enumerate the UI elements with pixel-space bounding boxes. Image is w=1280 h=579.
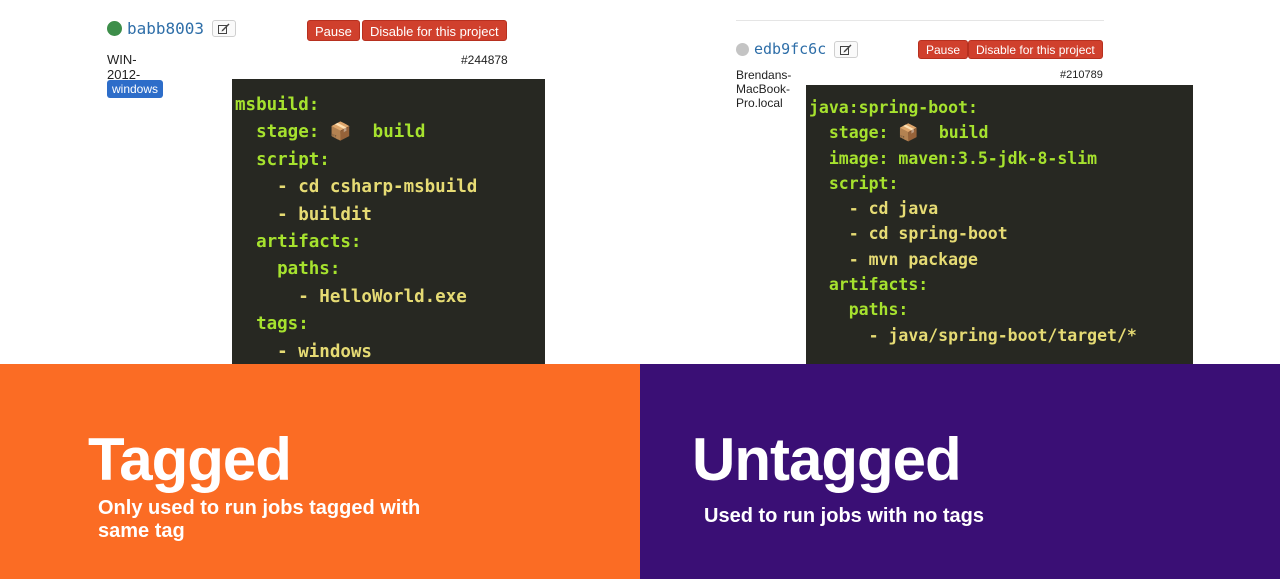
code-line: stage: 📦 build xyxy=(809,123,989,143)
untagged-title: Untagged xyxy=(692,426,962,493)
code-line: paths: xyxy=(809,300,909,320)
code-line: java:spring-boot: xyxy=(809,98,978,117)
divider xyxy=(736,20,1104,21)
tagged-subtitle-line: same tag xyxy=(98,520,185,542)
code-block-msbuild: msbuild: stage: 📦 build script: - cd csh… xyxy=(232,79,545,364)
code-line: tags: xyxy=(235,314,309,335)
code-line: msbuild: xyxy=(235,95,320,115)
status-dot-online xyxy=(107,21,122,36)
code-line: - java/spring-boot/target/* xyxy=(809,325,1137,345)
tagged-subtitle-line: Only used to run jobs tagged with xyxy=(98,497,421,519)
edit-icon[interactable] xyxy=(834,40,859,58)
runner-header: babb8003 xyxy=(107,19,237,38)
runner-id: #210789 xyxy=(1060,69,1103,81)
code-line: artifacts: xyxy=(809,275,929,295)
code-line: - cd java xyxy=(809,199,939,219)
disable-project-button[interactable]: Disable for this project xyxy=(362,20,507,41)
pause-button[interactable]: Pause xyxy=(918,40,969,59)
code-line: - windows xyxy=(235,341,372,362)
code-line: - mvn package xyxy=(809,249,978,269)
runner-description: Brendans-MacBook-Pro.local xyxy=(736,68,792,110)
code-line: script: xyxy=(235,149,330,170)
tagged-title: Tagged xyxy=(88,426,292,493)
edit-icon[interactable] xyxy=(212,20,237,37)
runner-header: edb9fc6c xyxy=(736,40,859,58)
code-line: script: xyxy=(809,173,899,193)
runner-token-link[interactable]: babb8003 xyxy=(127,19,204,38)
runner-id: #244878 xyxy=(461,53,508,67)
pause-button[interactable]: Pause xyxy=(307,20,360,41)
disable-project-button[interactable]: Disable for this project xyxy=(968,40,1103,59)
tagged-panel: Tagged Only used to run jobs tagged with… xyxy=(0,364,640,579)
code-line: - buildit xyxy=(235,204,372,225)
code-block-spring-boot: java:spring-boot: stage: 📦 build image: … xyxy=(806,85,1193,364)
code-line: paths: xyxy=(235,259,341,280)
status-dot-offline xyxy=(736,42,749,56)
code-line: - cd spring-boot xyxy=(809,224,1008,244)
code-line: - HelloWorld.exe xyxy=(235,286,467,307)
untagged-panel: Untagged Used to run jobs with no tags xyxy=(640,364,1280,579)
code-line: image: maven:3.5-jdk-8-slim xyxy=(809,148,1098,168)
code-line: - cd csharp-msbuild xyxy=(235,177,478,198)
code-line: artifacts: xyxy=(235,232,362,253)
untagged-subtitle: Used to run jobs with no tags xyxy=(704,505,984,527)
runner-token-link[interactable]: edb9fc6c xyxy=(754,40,826,58)
code-line: stage: 📦 build xyxy=(235,122,426,143)
tagged-subtitle: Only used to run jobs tagged with same t… xyxy=(98,497,420,543)
tag-badge: windows xyxy=(107,80,164,98)
